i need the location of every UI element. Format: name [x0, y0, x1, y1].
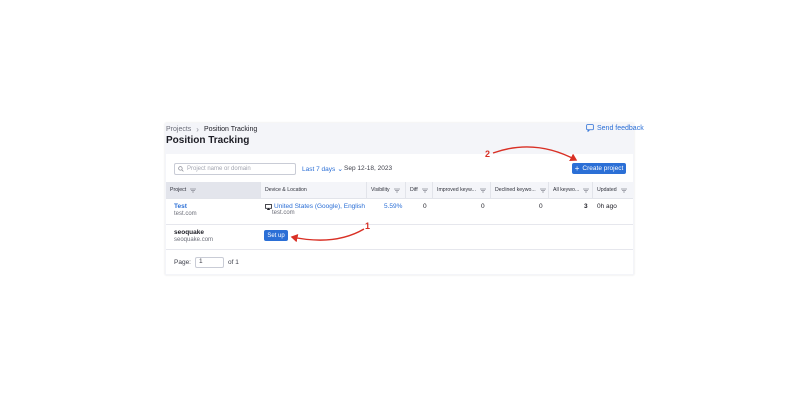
arrow-to-create-project: [492, 146, 578, 162]
arrow-to-set-up: [290, 228, 365, 243]
annotation-1: 1: [365, 221, 371, 231]
annotation-2: 2: [485, 149, 491, 159]
annotation-arrows: [290, 146, 578, 243]
